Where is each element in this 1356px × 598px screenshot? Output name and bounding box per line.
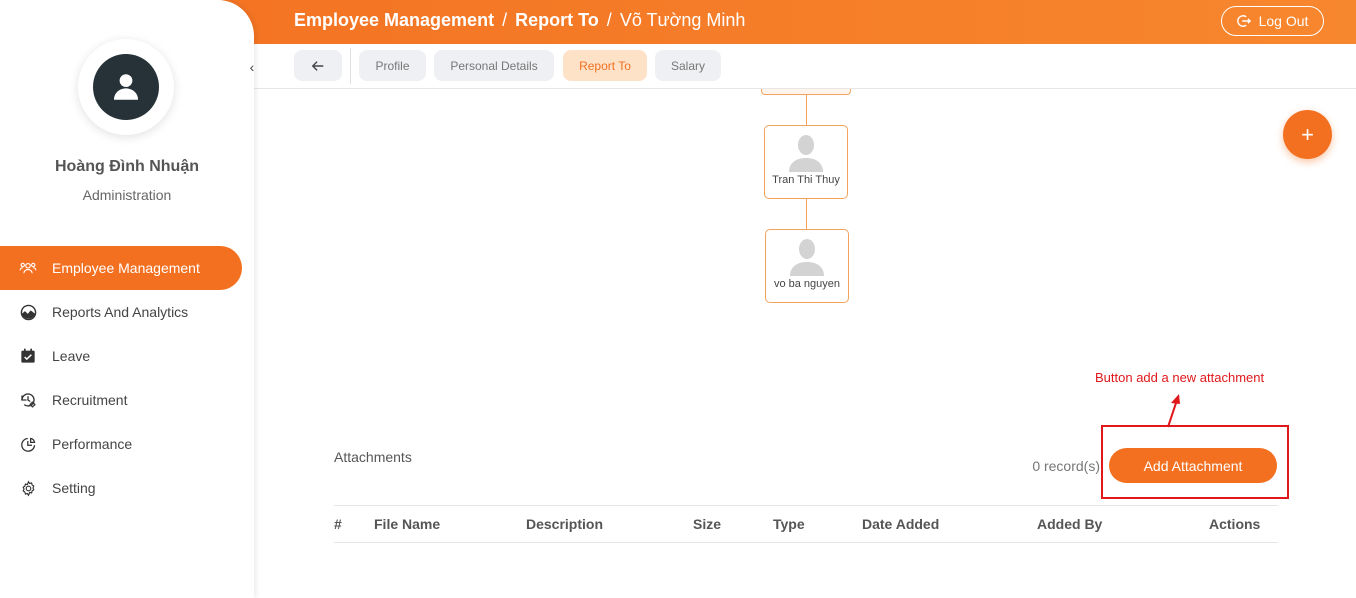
user-icon	[113, 74, 139, 100]
breadcrumb-page: Report To	[515, 10, 599, 30]
org-node[interactable]: vo ba nguyen	[765, 229, 849, 303]
arrow-left-icon	[311, 60, 324, 71]
sidebar-item-label: Leave	[52, 348, 91, 364]
column-header-size[interactable]: Size	[693, 506, 721, 542]
sidebar-item-setting[interactable]: Setting	[0, 466, 254, 510]
org-connector	[806, 95, 807, 125]
add-report-to-fab[interactable]: +	[1283, 110, 1332, 159]
column-header-file-name[interactable]: File Name	[374, 506, 440, 542]
breadcrumb-separator: /	[606, 10, 612, 30]
breadcrumb-separator: /	[502, 10, 508, 30]
column-header-type[interactable]: Type	[773, 506, 805, 542]
avatar-frame	[78, 39, 174, 135]
org-node-name: Tran Thi Thuy	[772, 174, 840, 186]
attachments-table-header: # File Name Description Size Type Date A…	[334, 505, 1278, 543]
sidebar-item-performance[interactable]: Performance	[0, 422, 254, 466]
sidebar-item-label: Performance	[52, 436, 133, 452]
annotation-arrow-icon	[1167, 394, 1180, 428]
back-button[interactable]	[294, 50, 342, 81]
sidebar-item-leave[interactable]: Leave	[0, 334, 254, 378]
column-header-description[interactable]: Description	[526, 506, 603, 542]
sidebar-item-label: Reports And Analytics	[52, 304, 189, 320]
column-header-date-added[interactable]: Date Added	[862, 506, 939, 542]
sidebar-nav: Employee Management Reports And Analytic…	[0, 246, 254, 510]
logout-icon	[1236, 15, 1251, 27]
column-header-added-by[interactable]: Added By	[1037, 506, 1102, 542]
sidebar-item-employee-management[interactable]: Employee Management	[0, 246, 242, 290]
tab-divider	[350, 48, 351, 84]
org-node-name: vo ba nguyen	[773, 278, 841, 290]
chart-pie-icon	[19, 303, 37, 321]
tab-profile[interactable]: Profile	[359, 50, 426, 81]
sidebar-item-label: Setting	[52, 480, 96, 496]
users-icon	[19, 259, 37, 277]
user-role: Administration	[82, 187, 172, 203]
employee-name: Võ Tường Minh	[619, 10, 746, 30]
breadcrumb-section[interactable]: Employee Management	[294, 10, 494, 30]
page-title: Employee Management / Report To / Võ Tườ…	[294, 10, 745, 31]
tab-bar: Profile Personal Details Report To Salar…	[254, 44, 1356, 89]
sidebar-item-recruitment[interactable]: Recruitment	[0, 378, 254, 422]
logout-button[interactable]: Log Out	[1221, 6, 1324, 36]
sidebar-item-label: Recruitment	[52, 392, 128, 408]
person-placeholder-icon	[790, 239, 824, 276]
person-placeholder-icon	[789, 135, 823, 172]
column-header-index: #	[334, 516, 342, 532]
record-count: 0 record(s)	[1032, 458, 1100, 474]
gear-icon	[19, 479, 37, 497]
tab-personal-details[interactable]: Personal Details	[434, 50, 554, 81]
tab-salary[interactable]: Salary	[655, 50, 721, 81]
org-connector	[806, 199, 807, 229]
org-node[interactable]: Tran Thi Thuy	[764, 125, 848, 199]
sidebar: Hoàng Đình Nhuận Administration Employee…	[0, 0, 254, 598]
add-attachment-button[interactable]: Add Attachment	[1109, 448, 1277, 483]
avatar[interactable]	[93, 54, 159, 120]
tab-report-to[interactable]: Report To	[563, 50, 647, 81]
user-name: Hoàng Đình Nhuận	[55, 158, 199, 175]
column-header-actions: Actions	[1209, 516, 1261, 532]
sidebar-collapse-toggle[interactable]: ‹	[244, 58, 260, 76]
performance-icon	[19, 435, 37, 453]
sidebar-item-reports-and-analytics[interactable]: Reports And Analytics	[0, 290, 254, 334]
logout-label: Log Out	[1258, 13, 1309, 29]
recruitment-icon	[19, 391, 37, 409]
app-root: Employee Management / Report To / Võ Tườ…	[0, 0, 1356, 598]
calendar-check-icon	[19, 347, 37, 365]
attachments-title: Attachments	[334, 449, 412, 465]
annotation-text: Button add a new attachment	[1095, 370, 1265, 385]
sidebar-item-label: Employee Management	[52, 260, 200, 276]
